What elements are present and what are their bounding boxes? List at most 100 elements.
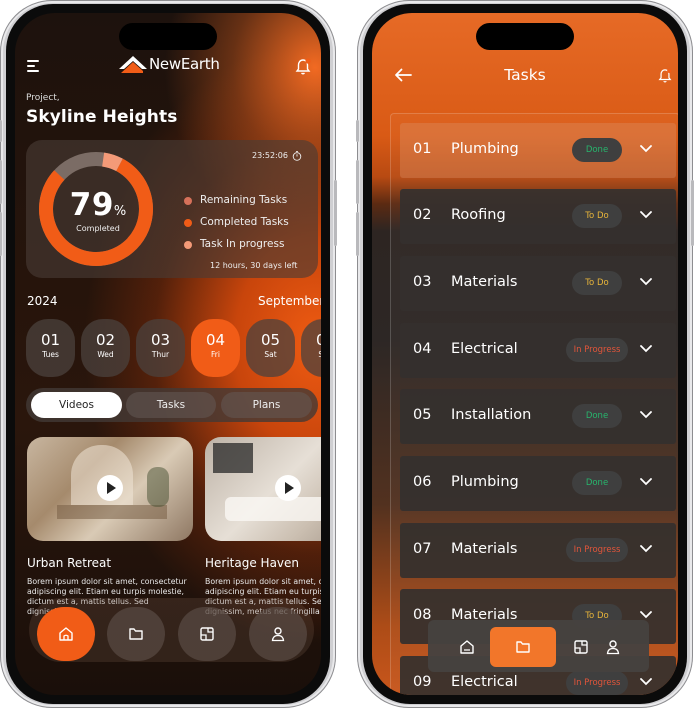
roof-logo-icon	[119, 56, 147, 73]
task-number: 08	[413, 607, 432, 623]
day-weekday: Wed	[97, 350, 114, 359]
tab-plans[interactable]: Plans	[221, 392, 312, 418]
legend-dot-icon	[184, 219, 192, 227]
task-number: 03	[413, 274, 432, 290]
nav-profile-button[interactable]	[249, 607, 307, 661]
video-title: Heritage Haven	[205, 556, 300, 570]
table-shape	[57, 505, 167, 519]
legend-label: Task In progress	[200, 238, 285, 250]
chevron-down-icon[interactable]	[640, 478, 652, 486]
day-number: 06	[315, 331, 321, 349]
day-weekday: Thur	[151, 350, 170, 359]
tab-videos[interactable]: Videos	[31, 392, 122, 418]
chevron-down-icon[interactable]	[640, 611, 652, 619]
home-icon	[460, 640, 474, 654]
phone-power-button	[691, 180, 694, 246]
sofa-shape	[225, 497, 321, 521]
video-thumbnail-heritage-haven[interactable]	[205, 437, 321, 541]
dynamic-island	[476, 23, 574, 50]
task-number: 06	[413, 474, 432, 490]
task-number: 09	[413, 674, 432, 690]
status-badge: Done	[572, 471, 622, 495]
status-badge: In Progress	[566, 671, 628, 695]
legend-label: Remaining Tasks	[200, 194, 288, 206]
phone-power-button	[334, 180, 337, 246]
chevron-down-icon[interactable]	[640, 345, 652, 353]
donut-percentage: 79%	[62, 187, 134, 223]
task-row[interactable]: 06 Plumbing Done	[400, 456, 676, 511]
nav-plans-button[interactable]	[566, 627, 596, 667]
chevron-down-icon[interactable]	[640, 411, 652, 419]
page-title: Tasks	[504, 66, 546, 84]
video-title: Urban Retreat	[27, 556, 112, 570]
plans-icon	[200, 627, 214, 641]
phone-volume-up	[0, 160, 2, 204]
nav-home-button[interactable]	[37, 607, 95, 661]
day-chip-05[interactable]: 05 Sat	[246, 319, 295, 377]
video-thumbnail-urban-retreat[interactable]	[27, 437, 193, 541]
status-badge: In Progress	[566, 538, 628, 562]
task-name: Electrical	[451, 341, 518, 357]
phone-frame-tasks: Tasks 01 Plumbing Done 02 Roofing To Do	[356, 0, 694, 708]
task-row[interactable]: 03 Materials To Do	[400, 256, 676, 311]
legend-label: Completed Tasks	[200, 216, 289, 228]
chevron-down-icon[interactable]	[640, 211, 652, 219]
task-number: 05	[413, 407, 432, 423]
phone-volume-down	[0, 212, 2, 256]
day-chip-02[interactable]: 02 Wed	[81, 319, 130, 377]
task-name: Roofing	[451, 207, 506, 223]
play-icon[interactable]	[97, 475, 123, 501]
profile-icon	[271, 627, 285, 642]
task-row[interactable]: 07 Materials In Progress	[400, 523, 676, 578]
stopwatch-icon	[292, 151, 302, 161]
status-badge: To Do	[572, 271, 622, 295]
hamburger-menu-icon[interactable]	[27, 60, 41, 73]
logo-text: NewEarth	[149, 55, 220, 73]
status-badge: To Do	[572, 204, 622, 228]
task-row[interactable]: 01 Plumbing Done	[400, 123, 676, 178]
task-name: Plumbing	[451, 474, 519, 490]
task-row[interactable]: 04 Electrical In Progress	[400, 323, 676, 378]
chevron-down-icon[interactable]	[640, 278, 652, 286]
notification-bell-icon[interactable]	[658, 68, 672, 84]
tab-tasks[interactable]: Tasks	[126, 392, 216, 418]
timer-text: 23:52:06	[252, 151, 288, 160]
chevron-down-icon[interactable]	[640, 678, 652, 686]
day-number: 05	[260, 331, 281, 349]
content-tabs: Videos Tasks Plans	[26, 388, 318, 422]
calendar-year: 2024	[27, 294, 58, 308]
day-number: 01	[40, 331, 61, 349]
nav-profile-button[interactable]	[596, 627, 630, 667]
nav-projects-button[interactable]	[490, 627, 556, 667]
plant-shape	[147, 467, 169, 507]
day-number: 04	[205, 331, 226, 349]
nav-plans-button[interactable]	[178, 607, 236, 661]
task-number: 04	[413, 341, 432, 357]
chevron-down-icon[interactable]	[640, 545, 652, 553]
task-name: Materials	[451, 274, 518, 290]
nav-projects-button[interactable]	[107, 607, 165, 661]
legend-dot-icon	[184, 197, 192, 205]
day-chip-06[interactable]: 06 Sun	[301, 319, 321, 377]
notification-bell-icon[interactable]	[295, 58, 311, 76]
phone-frame-dashboard: NewEarth Project, Skyline Heights 23:52:…	[0, 0, 337, 708]
day-chip-04-selected[interactable]: 04 Fri	[191, 319, 240, 377]
chevron-down-icon[interactable]	[640, 145, 652, 153]
task-row[interactable]: 02 Roofing To Do	[400, 189, 676, 244]
day-chip-03[interactable]: 03 Thur	[136, 319, 185, 377]
day-weekday: Fri	[211, 350, 220, 359]
day-weekday: Tues	[42, 350, 59, 359]
play-icon[interactable]	[275, 475, 301, 501]
task-name: Installation	[451, 407, 532, 423]
project-title: Skyline Heights	[26, 107, 178, 127]
day-chip-01[interactable]: 01 Tues	[26, 319, 75, 377]
day-weekday: Sun	[318, 350, 321, 359]
phone-volume-up	[356, 160, 359, 204]
task-row[interactable]: 05 Installation Done	[400, 389, 676, 444]
phone-mute-switch	[0, 120, 2, 142]
percent-number: 79	[69, 187, 114, 223]
day-number: 03	[150, 331, 171, 349]
phone-mute-switch	[356, 120, 359, 142]
status-badge: In Progress	[566, 338, 628, 362]
day-weekday: Sat	[264, 350, 277, 359]
